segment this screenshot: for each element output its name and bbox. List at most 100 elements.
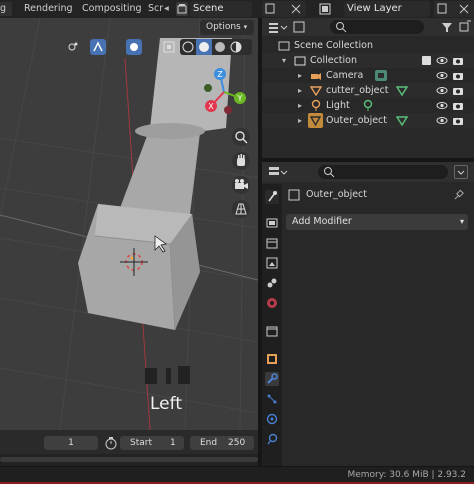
tabs-scroll-left-icon[interactable]: ◂ (164, 2, 169, 16)
tab-rendering[interactable]: Rendering (24, 2, 73, 16)
outliner-row-collection[interactable]: ▾ Collection (262, 53, 474, 68)
end-label: End (200, 438, 218, 448)
tab-layout-partial[interactable]: g (0, 2, 12, 16)
properties-tabs (262, 184, 282, 466)
workspace-tab-bar: g Rendering Compositing Scr ◂ Scene View… (0, 0, 474, 18)
outliner-row-outer-object[interactable]: ▸ Outer_object (262, 113, 474, 128)
current-frame-field[interactable]: 1 (44, 436, 98, 450)
new-collection-icon[interactable] (458, 20, 472, 34)
properties-options-dropdown[interactable] (454, 165, 468, 179)
expand-arrow-icon[interactable]: ▸ (298, 98, 302, 113)
camera-view-icon[interactable] (232, 176, 250, 194)
eye-icon (436, 87, 448, 94)
zoom-icon[interactable] (232, 128, 250, 146)
output-tab-icon[interactable] (265, 236, 279, 250)
outliner-label: Camera (326, 70, 364, 81)
expand-arrow-icon[interactable]: ▸ (298, 68, 302, 83)
options-label: Options (206, 22, 241, 32)
scene-selector[interactable]: Scene (190, 1, 252, 17)
outliner-row-scene-collection[interactable]: Scene Collection (262, 38, 474, 53)
eye-icon (436, 117, 448, 124)
outliner-row-cutter-object[interactable]: ▸ cutter_object (262, 83, 474, 98)
pivot-icon[interactable] (66, 40, 80, 54)
view-layer-icon[interactable] (318, 2, 332, 16)
mesh-data-icon (396, 86, 408, 96)
proportional-edit-icon[interactable] (126, 39, 142, 55)
gizmo-x-label: X (208, 102, 214, 111)
add-modifier-label: Add Modifier (292, 216, 352, 227)
camera-object-icon (311, 73, 321, 80)
search-icon (336, 22, 347, 33)
object-tab-icon[interactable] (265, 352, 279, 366)
scene-name: Scene (193, 3, 224, 14)
outliner-label: Collection (310, 55, 357, 66)
filter-dropdown-icon[interactable] (292, 20, 306, 34)
scene-actions[interactable] (262, 1, 306, 17)
outliner-editor-type-icon[interactable] (268, 20, 288, 34)
stopwatch-icon[interactable] (104, 436, 118, 450)
scene-collection-icon (278, 41, 290, 51)
collection-icon (294, 56, 306, 66)
pin-icon (454, 189, 464, 200)
constraints-tab-icon[interactable] (265, 432, 279, 446)
expand-arrow-icon[interactable]: ▸ (298, 113, 302, 128)
start-frame-field[interactable]: Start 1 (120, 436, 184, 450)
expand-arrow-icon[interactable]: ▾ (282, 53, 286, 68)
add-modifier-dropdown[interactable]: Add Modifier ▾ (286, 214, 468, 230)
mesh-object-icon (308, 113, 323, 128)
render-camera-icon (453, 118, 463, 125)
tab-compositing[interactable]: Compositing (82, 2, 142, 16)
snap-icon[interactable] (90, 39, 106, 55)
outliner-label: Light (326, 100, 350, 111)
outliner-header (262, 18, 474, 36)
render-camera-icon (453, 58, 463, 65)
wrench-icon (288, 189, 300, 201)
modifier-wrench-tab-icon[interactable] (265, 372, 279, 386)
view-layer-selector[interactable]: View Layer (344, 1, 430, 17)
outliner-label: Outer_object (326, 115, 387, 126)
properties-search-input[interactable] (318, 165, 448, 179)
properties-editor-type-icon[interactable] (268, 165, 288, 179)
outliner-row-light[interactable]: ▸ Light (262, 98, 474, 113)
view-layer-tab-icon[interactable] (265, 256, 279, 270)
tab-scripting-partial[interactable]: Scr (148, 2, 163, 16)
eye-icon (436, 57, 448, 64)
outliner-row-camera[interactable]: ▸ Camera (262, 68, 474, 83)
collection-tab-icon[interactable] (265, 324, 279, 338)
overlays-icon[interactable] (162, 40, 176, 54)
scene-tab-icon[interactable] (265, 276, 279, 290)
3d-viewport[interactable]: Options ▾ Z Y X Left (0, 18, 258, 430)
tool-tab-icon[interactable] (265, 190, 279, 204)
expand-arrow-icon[interactable]: ▸ (298, 83, 302, 98)
options-dropdown[interactable]: Options ▾ (200, 20, 254, 35)
object-name-row: Outer_object (286, 186, 470, 204)
pan-hand-icon[interactable] (232, 152, 250, 170)
gizmo-z-label: Z (217, 70, 223, 79)
shading-mode-buttons[interactable] (180, 39, 252, 55)
outliner-search-input[interactable] (330, 20, 424, 34)
light-object-icon (311, 99, 321, 111)
timeline-bar: 1 Start 1 End 250 (0, 430, 258, 454)
world-tab-icon[interactable] (265, 296, 279, 310)
scene-icon[interactable] (176, 2, 188, 16)
render-tab-icon[interactable] (265, 216, 279, 230)
mesh-data-icon (396, 116, 408, 126)
exclude-checkbox[interactable] (422, 56, 431, 65)
mesh-object-icon (310, 86, 322, 96)
outliner-filter-icon[interactable] (440, 20, 454, 34)
camera-silhouette (145, 366, 190, 384)
end-frame-field[interactable]: End 250 (190, 436, 254, 450)
light-data-icon (363, 99, 373, 111)
end-value: 250 (228, 438, 246, 448)
view-name-label: Left (150, 394, 182, 414)
physics-tab-icon[interactable] (265, 412, 279, 426)
gizmo-y-label: Y (237, 94, 243, 103)
perspective-grid-icon[interactable] (232, 200, 250, 218)
particles-tab-icon[interactable] (265, 392, 279, 406)
view-layer-actions[interactable] (434, 1, 474, 17)
render-camera-icon (453, 103, 463, 110)
navigation-gizmo[interactable]: Z Y X (200, 66, 252, 118)
properties-header (262, 162, 474, 182)
viewport-header-tools (62, 38, 258, 56)
timeline-scrubber[interactable] (0, 454, 258, 466)
